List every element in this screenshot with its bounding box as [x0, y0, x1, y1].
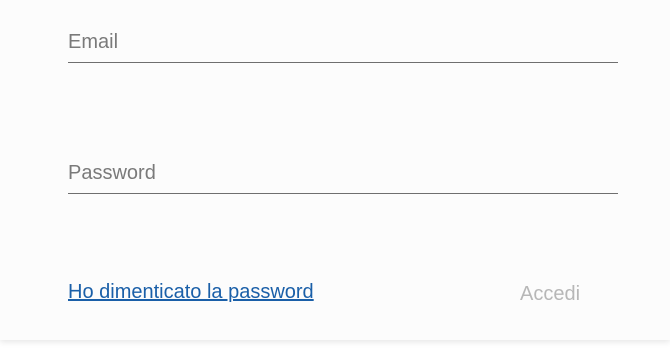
- login-submit-button[interactable]: Accedi: [494, 272, 606, 316]
- email-field-wrapper: [68, 31, 618, 63]
- password-field-wrapper: [68, 162, 618, 194]
- password-input[interactable]: [68, 162, 618, 194]
- login-card: Ho dimenticato la password Accedi: [0, 0, 670, 340]
- email-input[interactable]: [68, 31, 618, 63]
- forgot-password-link[interactable]: Ho dimenticato la password: [68, 281, 314, 304]
